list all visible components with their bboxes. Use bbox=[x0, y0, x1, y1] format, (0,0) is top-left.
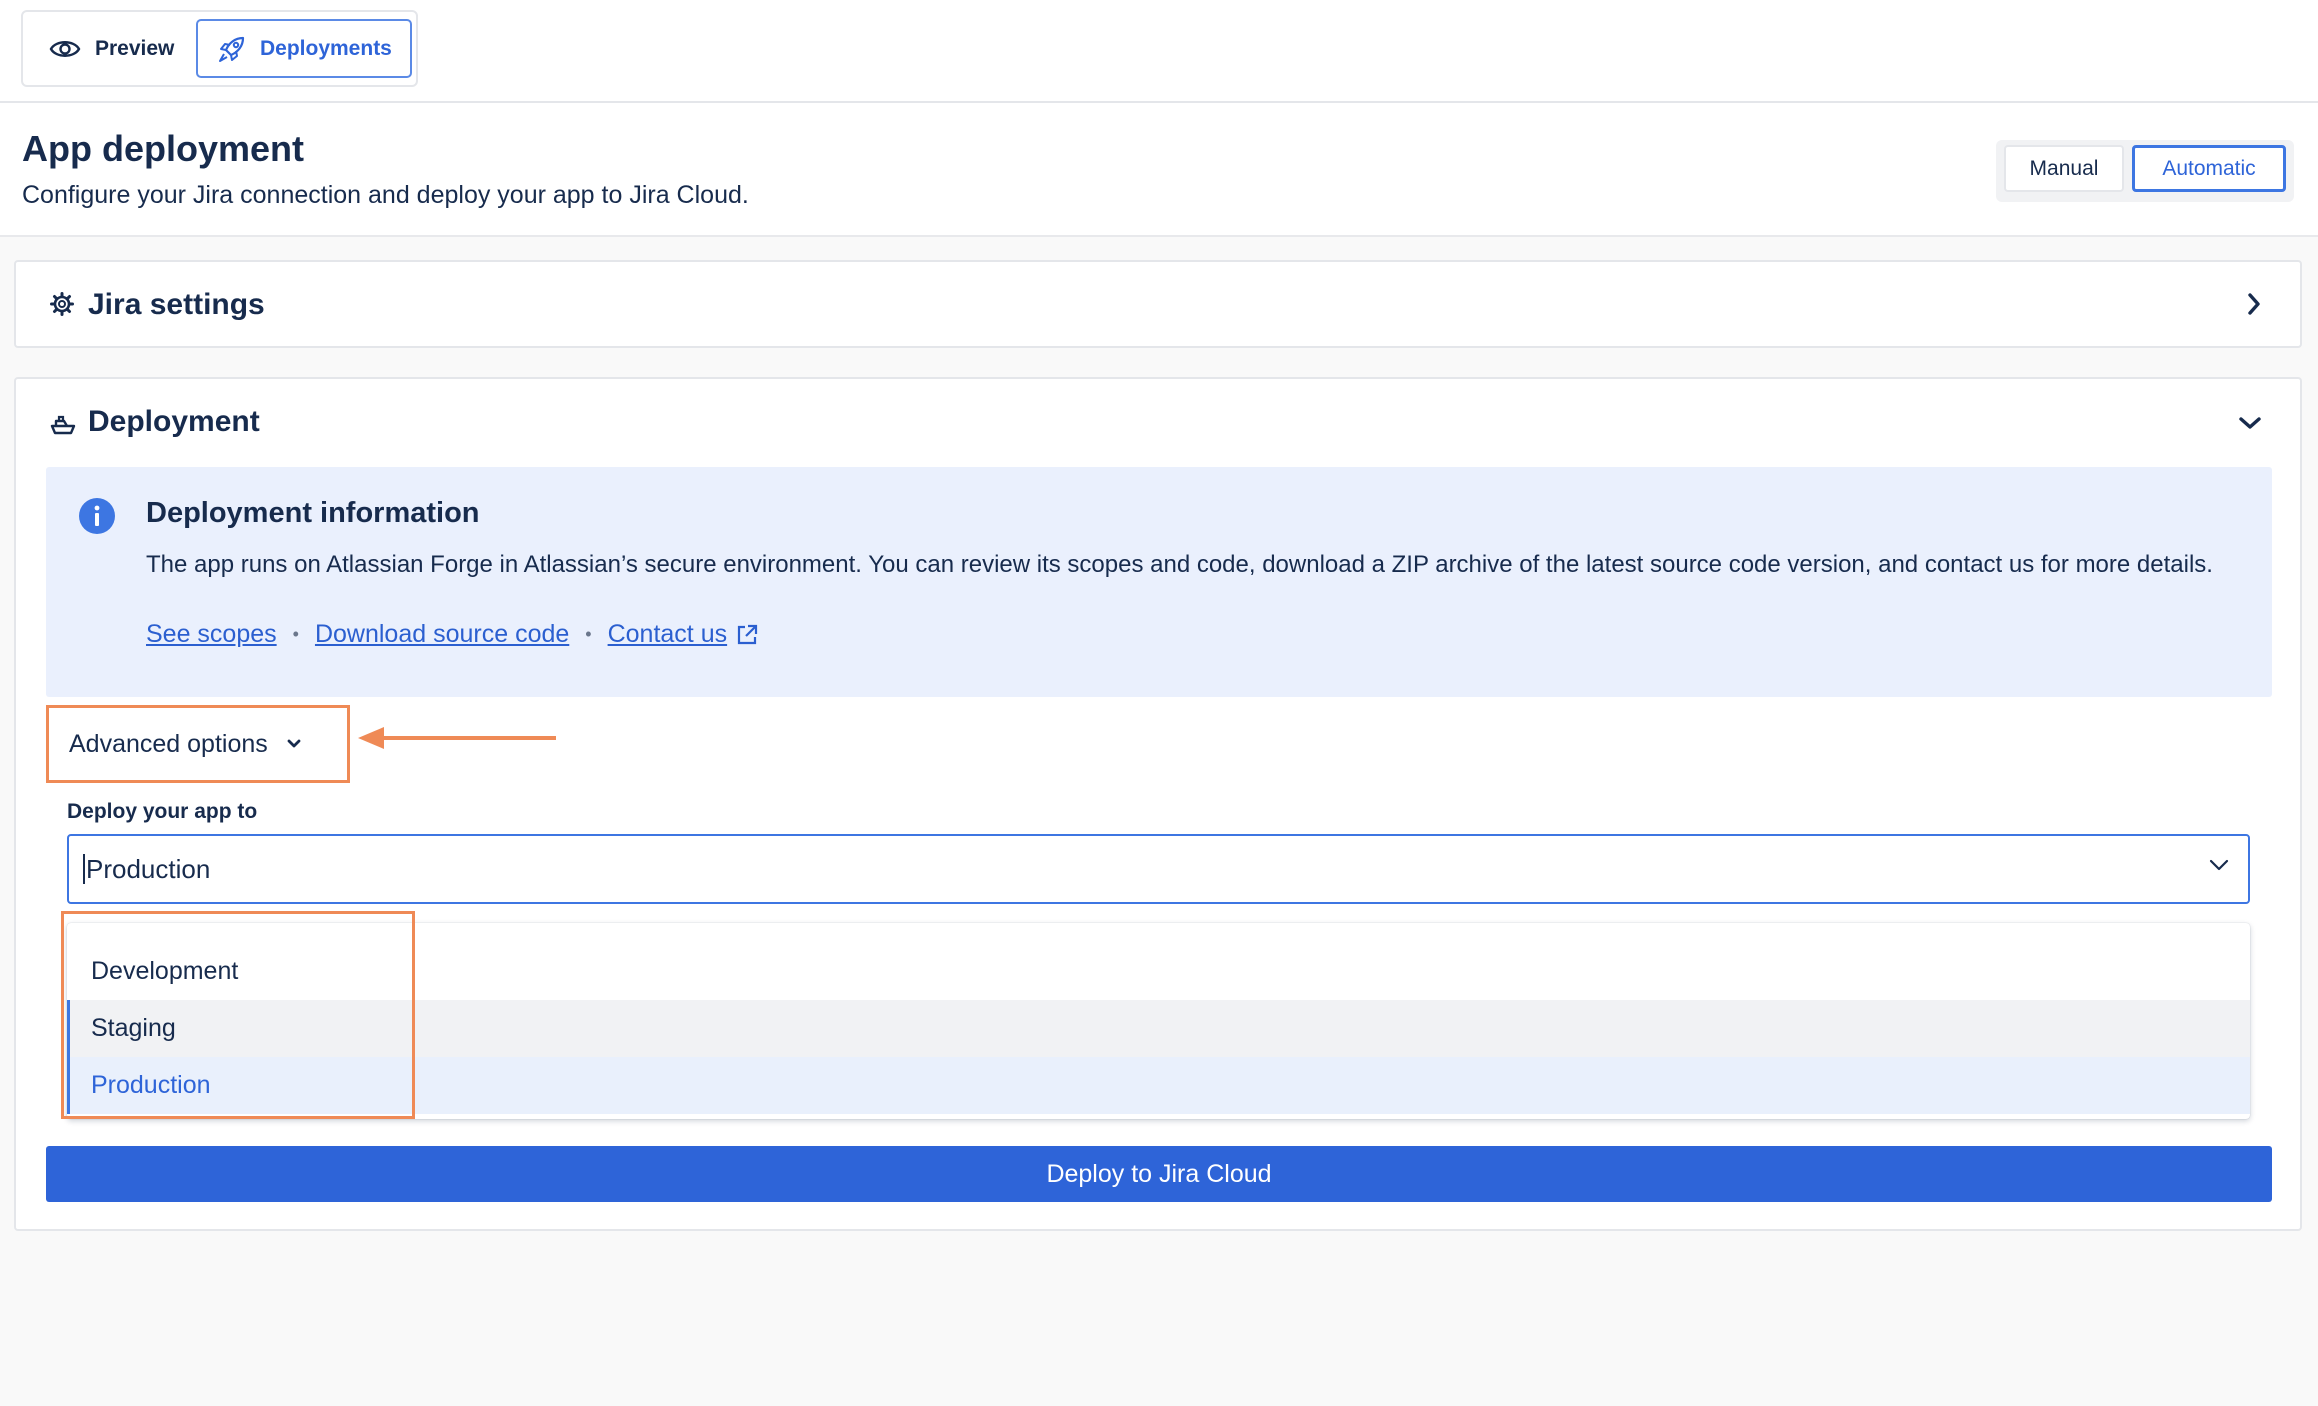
top-bar: Preview Deployments bbox=[0, 0, 2318, 103]
separator-dot: • bbox=[292, 624, 299, 644]
mode-manual-button[interactable]: Manual bbox=[2004, 145, 2124, 192]
ship-icon bbox=[50, 415, 76, 435]
info-icon bbox=[79, 498, 115, 534]
deployment-section: Deployment Deployment information The ap… bbox=[14, 377, 2302, 1231]
eye-icon bbox=[49, 40, 81, 57]
jira-settings-section[interactable]: Jira settings bbox=[14, 260, 2302, 348]
download-source-link[interactable]: Download source code bbox=[315, 620, 569, 649]
deploy-target-select[interactable]: Production bbox=[67, 834, 2250, 904]
deployment-info-links: See scopes • Download source code • Cont… bbox=[146, 620, 759, 649]
separator-dot: • bbox=[585, 624, 592, 644]
deployment-info-text: The app runs on Atlassian Forge in Atlas… bbox=[146, 551, 2213, 578]
advanced-options-label: Advanced options bbox=[69, 729, 268, 758]
deploy-target-label: Deploy your app to bbox=[67, 800, 258, 823]
annotation-arrow bbox=[358, 727, 556, 749]
deployment-mode-toggle: Manual Automatic bbox=[1996, 140, 2294, 202]
deployment-title[interactable]: Deployment bbox=[88, 405, 260, 439]
chevron-down-icon bbox=[2209, 859, 2229, 871]
see-scopes-link[interactable]: See scopes bbox=[146, 620, 277, 649]
mode-automatic-button[interactable]: Automatic bbox=[2132, 145, 2286, 192]
chevron-down-icon bbox=[287, 739, 301, 748]
chevron-right-icon[interactable] bbox=[2246, 292, 2262, 316]
tab-deployments-label: Deployments bbox=[260, 36, 392, 60]
deploy-target-value: Production bbox=[86, 853, 211, 884]
contact-us-link[interactable]: Contact us bbox=[608, 620, 728, 649]
jira-settings-title: Jira settings bbox=[88, 288, 265, 321]
deploy-target-menu: Development Staging Production bbox=[67, 923, 2250, 1119]
option-staging[interactable]: Staging bbox=[67, 1000, 2250, 1057]
deploy-to-jira-button[interactable]: Deploy to Jira Cloud bbox=[46, 1146, 2272, 1202]
chevron-down-icon[interactable] bbox=[2238, 415, 2262, 431]
tab-preview-label: Preview bbox=[95, 36, 175, 60]
gear-icon bbox=[50, 292, 74, 316]
text-caret bbox=[83, 854, 85, 884]
page-header: App deployment Configure your Jira conne… bbox=[0, 103, 2318, 237]
deployment-info-panel: Deployment information The app runs on A… bbox=[46, 467, 2272, 697]
page-title: App deployment bbox=[22, 128, 305, 169]
external-link-icon[interactable] bbox=[735, 623, 759, 647]
option-development[interactable]: Development bbox=[67, 943, 2250, 1000]
tab-deployments[interactable]: Deployments bbox=[196, 19, 412, 78]
advanced-options-toggle[interactable]: Advanced options bbox=[46, 705, 350, 783]
rocket-icon bbox=[219, 36, 245, 62]
page-subtitle: Configure your Jira connection and deplo… bbox=[22, 181, 749, 209]
view-tab-group: Preview Deployments bbox=[21, 10, 418, 87]
option-production[interactable]: Production bbox=[67, 1057, 2250, 1114]
deployment-info-title: Deployment information bbox=[146, 497, 480, 529]
tab-preview[interactable]: Preview bbox=[27, 19, 207, 78]
